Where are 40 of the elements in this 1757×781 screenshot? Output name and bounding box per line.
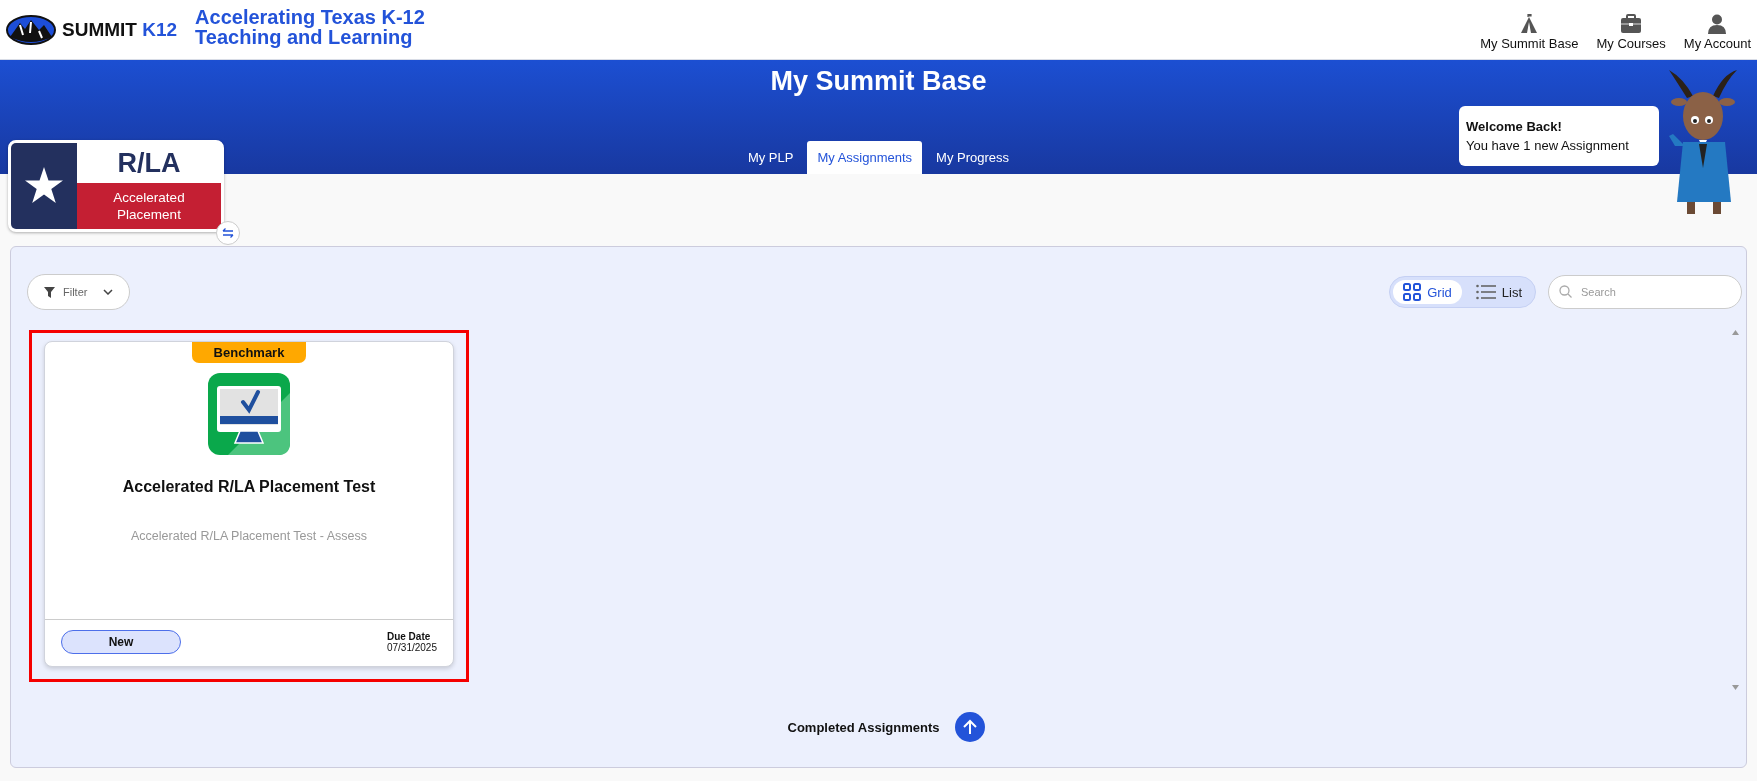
- assignment-subtitle: Accelerated R/LA Placement Test - Assess: [131, 529, 367, 543]
- logo-text: SUMMIT K12: [62, 18, 178, 41]
- tab[interactable]: My Progress: [926, 141, 1020, 174]
- page-title: My Summit Base: [770, 66, 987, 97]
- subject-label: R/LA: [116, 146, 182, 180]
- funnel-icon: [44, 286, 55, 298]
- completed-assignments-label: Completed Assignments: [787, 719, 940, 735]
- nav-link[interactable]: My Courses: [1596, 14, 1666, 51]
- nav-link[interactable]: My Summit Base: [1480, 14, 1579, 51]
- switch-course-button[interactable]: [216, 221, 240, 245]
- list-icon: [1475, 284, 1496, 300]
- welcome-title: Welcome Back!: [1466, 118, 1563, 136]
- search-field[interactable]: Search: [1548, 275, 1742, 309]
- grid-icon: [1403, 283, 1422, 301]
- tent-icon: [1519, 14, 1540, 34]
- search-icon: [1559, 285, 1572, 298]
- status-pill: New: [61, 630, 181, 654]
- swap-icon: [222, 227, 234, 239]
- expand-completed-button[interactable]: [955, 712, 986, 742]
- mountain-logo-icon: [6, 14, 56, 45]
- arrow-up-icon: [963, 719, 978, 735]
- view-option[interactable]: Grid: [1393, 280, 1462, 304]
- tab[interactable]: My Assignments: [807, 141, 923, 174]
- nav-link[interactable]: My Account: [1683, 14, 1751, 51]
- person-icon: [1707, 14, 1728, 34]
- filter-dropdown[interactable]: Filter: [27, 274, 131, 310]
- computer-checkmark-icon: [208, 373, 290, 455]
- benchmark-tag: Benchmark: [191, 342, 307, 363]
- view-option[interactable]: List: [1465, 280, 1532, 304]
- site-tagline: Accelerating Texas K-12 Teaching and Learning: [195, 6, 425, 47]
- chevron-down-icon: [103, 289, 114, 295]
- welcome-message: You have 1 new Assignment: [1466, 137, 1630, 155]
- briefcase-icon: [1620, 14, 1643, 34]
- due-date-label: Due Date: [386, 631, 432, 642]
- tab[interactable]: My PLP: [737, 141, 804, 174]
- assignment-card[interactable]: Benchmark Accelerated R/LA Placement Test Accelerated R/LA Placement Test - Assess New Due Date 07/31/2025: [44, 341, 454, 667]
- assignment-title: Accelerated R/LA Placement Test: [122, 478, 376, 496]
- due-date: 07/31/2025: [386, 642, 437, 653]
- program-label: Accelerated Placement: [77, 183, 221, 229]
- star-icon: [24, 166, 64, 206]
